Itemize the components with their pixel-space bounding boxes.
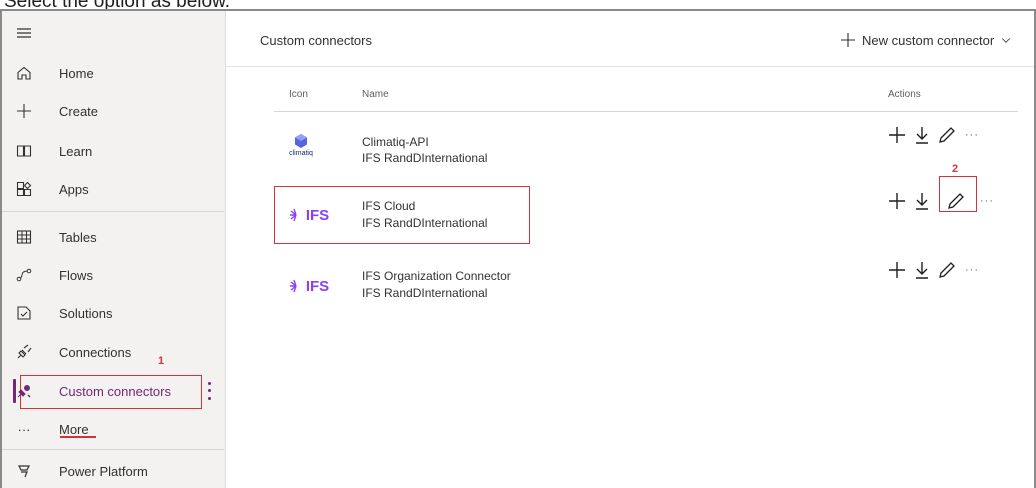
sidebar-item-more[interactable]: ··· More — [2, 413, 224, 445]
flow-icon — [15, 266, 33, 284]
add-icon[interactable] — [886, 190, 908, 212]
ifs-logo: IFS — [278, 271, 338, 301]
app-window: Home Create Learn Apps Tables Flows Solu… — [0, 9, 1036, 488]
sidebar-item-tables[interactable]: Tables — [2, 221, 224, 253]
step-marker-2: 2 — [952, 163, 959, 175]
ellipsis-icon: ··· — [17, 421, 31, 437]
sidebar-item-home[interactable]: Home — [2, 57, 224, 89]
sidebar-item-power-platform[interactable]: Power Platform — [2, 455, 224, 487]
column-header-name: Name — [362, 89, 389, 100]
main-content: Custom connectors New custom connector I… — [226, 11, 1034, 488]
connector-owner: IFS RandDInternational — [362, 286, 488, 300]
sidebar-item-label: Home — [59, 65, 94, 81]
climatiq-logo-text: climatiq — [289, 150, 313, 157]
new-custom-connector-button[interactable]: New custom connector — [840, 29, 1012, 51]
sidebar-item-flows[interactable]: Flows — [2, 259, 224, 291]
plus-icon — [15, 102, 33, 120]
download-icon[interactable] — [911, 124, 933, 146]
ifs-burst-icon — [289, 208, 297, 222]
sidebar-item-create[interactable]: Create — [2, 95, 224, 127]
more-actions-icon[interactable]: ··· — [980, 195, 994, 207]
sidebar-item-connections[interactable]: Connections — [2, 336, 224, 368]
sidebar-item-label: More — [59, 421, 89, 437]
sidebar-item-label: Apps — [59, 181, 89, 197]
header-divider — [274, 111, 1018, 112]
connector-name[interactable]: Climatiq-API — [362, 135, 429, 150]
row-actions: ··· — [886, 258, 979, 282]
home-icon — [15, 64, 33, 82]
step-marker-1: 1 — [158, 355, 165, 367]
column-header-icon: Icon — [289, 89, 308, 100]
sidebar-item-label: Solutions — [59, 305, 113, 321]
edit-pencil-icon[interactable] — [936, 124, 958, 146]
chevron-down-icon — [1002, 38, 1011, 43]
more-actions-icon[interactable]: ··· — [965, 264, 979, 276]
sidebar-item-learn[interactable]: Learn — [2, 135, 224, 167]
row-actions: ··· — [886, 189, 994, 213]
more-options-icon[interactable] — [205, 380, 213, 402]
plus-icon — [841, 33, 855, 47]
connector-name[interactable]: IFS Organization Connector — [362, 269, 511, 284]
nav-divider — [2, 211, 224, 212]
ifs-burst-icon — [289, 279, 297, 293]
sidebar-item-custom-connectors[interactable]: Custom connectors — [2, 375, 202, 407]
connector-owner: IFS RandDInternational — [362, 151, 488, 165]
connector-owner: IFS RandDInternational — [362, 216, 488, 230]
sidebar-item-label: Tables — [59, 229, 97, 245]
plug-icon — [15, 343, 33, 361]
hamburger-menu[interactable] — [2, 17, 224, 49]
more-actions-icon[interactable]: ··· — [965, 129, 979, 141]
sidebar-item-label: Flows — [59, 267, 93, 283]
add-icon[interactable] — [886, 124, 908, 146]
left-nav: Home Create Learn Apps Tables Flows Solu… — [2, 11, 226, 488]
new-custom-connector-label: New custom connector — [862, 32, 995, 48]
ifs-logo-text: IFS — [305, 206, 330, 224]
custom-connector-icon — [15, 382, 33, 400]
apps-icon — [15, 180, 33, 198]
row-actions: ··· — [886, 123, 979, 147]
nav-divider — [2, 449, 224, 450]
sidebar-item-label: Power Platform — [59, 463, 148, 479]
sidebar-item-label: Learn — [59, 143, 93, 159]
sidebar-item-label: Create — [59, 103, 99, 119]
book-icon — [15, 142, 33, 160]
table-icon — [15, 228, 33, 246]
add-icon[interactable] — [886, 259, 908, 281]
sidebar-item-label: Custom connectors — [59, 383, 171, 399]
download-icon[interactable] — [911, 259, 933, 281]
sidebar-item-label: Connections — [59, 344, 132, 360]
page-title: Custom connectors — [260, 33, 372, 48]
ifs-logo-text: IFS — [305, 277, 330, 295]
hamburger-icon — [15, 24, 33, 42]
column-header-actions: Actions — [888, 89, 921, 100]
command-bar: Custom connectors New custom connector — [226, 11, 1034, 67]
climatiq-logo: climatiq — [281, 130, 321, 160]
download-icon[interactable] — [911, 190, 933, 212]
edit-pencil-icon[interactable] — [936, 259, 958, 281]
sidebar-item-solutions[interactable]: Solutions — [2, 297, 224, 329]
connector-name[interactable]: IFS Cloud — [362, 199, 415, 214]
edit-pencil-icon[interactable] — [945, 190, 967, 212]
more-underline-annotation — [60, 436, 96, 438]
ifs-logo: IFS — [278, 200, 338, 230]
sidebar-item-apps[interactable]: Apps — [2, 173, 224, 205]
solutions-icon — [15, 304, 33, 322]
power-platform-icon — [15, 462, 33, 480]
